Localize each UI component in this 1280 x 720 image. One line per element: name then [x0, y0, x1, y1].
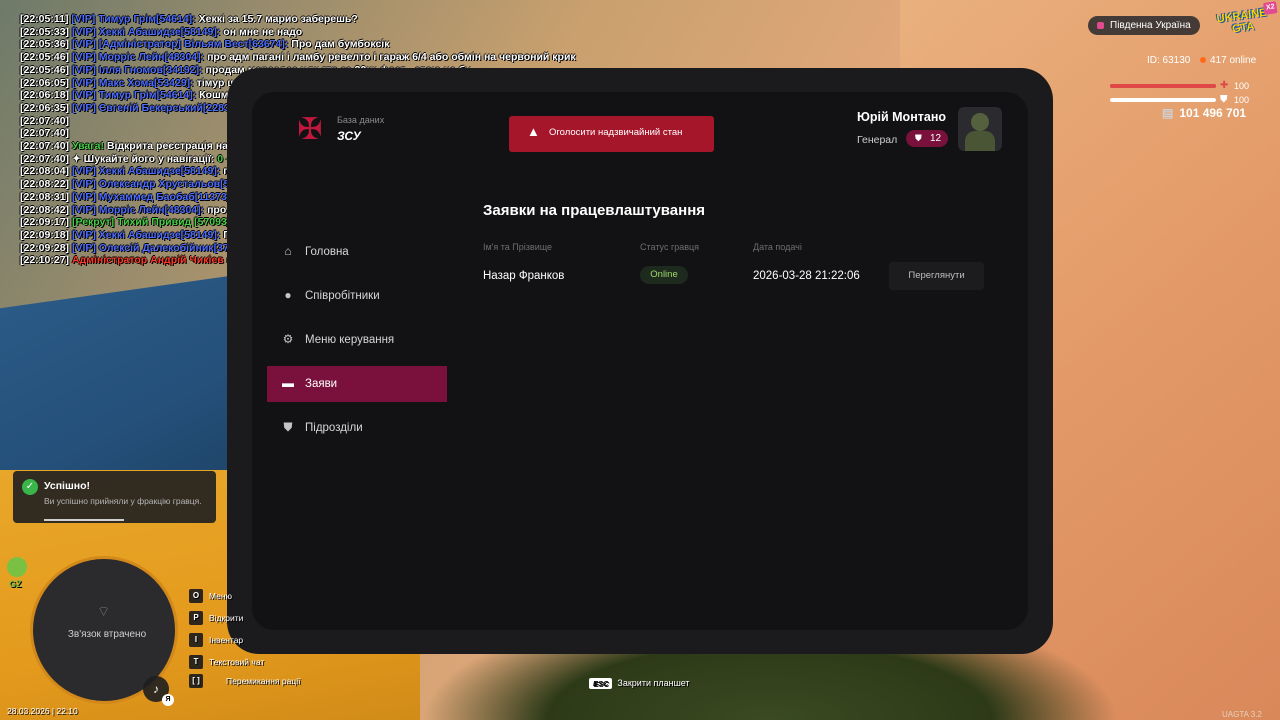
chat-message: [22:05:46] [VIP] Морріс Лейн[48304]: про… — [20, 51, 576, 64]
hotkey-label: Інвентар — [209, 635, 244, 645]
chat-message: [22:05:33] [VIP] Хеккі Абашидзе[58149]: … — [20, 25, 303, 38]
hotkey-label: Відкрити — [209, 613, 244, 623]
avatar — [958, 107, 1002, 151]
hotkey-label: Перемикання рації — [226, 676, 301, 686]
greenzone-icon — [7, 557, 27, 577]
sidebar-item-employees[interactable]: ● Співробітники — [267, 278, 447, 314]
date-time: 28.03.2026 | 22:10 — [7, 706, 78, 716]
applicant-name: Назар Франков — [483, 270, 565, 282]
column-header-status: Статус гравця — [640, 242, 700, 252]
connection-lost-text: Зв'язок втрачено — [67, 629, 147, 640]
hotkey-label: Текстовий чат — [209, 657, 265, 667]
notification-text: Ви успішно прийняли у фракцію гравця. — [44, 496, 202, 506]
declare-emergency-button[interactable]: ▲ Оголосити надзвичайний стан — [509, 116, 714, 152]
success-notification: ✓ Успішно! Ви успішно прийняли у фракцію… — [13, 471, 216, 523]
armor-value: 100 — [1234, 95, 1250, 105]
column-header-name: Ім'я та Прізвище — [483, 242, 553, 252]
armor-icon: ⛊ — [1220, 94, 1228, 105]
hotkey-label: Меню — [209, 591, 232, 601]
home-icon: ⌂ — [284, 244, 292, 258]
chat-message: [22:05:36] [VIP] [Адміністратор] Вільям … — [20, 38, 390, 51]
logo-multiplier: X2 — [1263, 1, 1278, 15]
tablet-frame: ✠ База даних ЗСУ ▲ Оголосити надзвичайни… — [227, 68, 1053, 654]
folder-icon: ▬ — [282, 376, 294, 390]
server-icon — [1097, 22, 1104, 29]
online-icon — [1200, 57, 1206, 63]
hotkey-key: O — [189, 589, 203, 603]
money-display: ▤ 101 496 701 — [1162, 106, 1247, 120]
no-signal-icon: ⌔ — [97, 603, 111, 619]
rank-badge: ⛊ 12 — [906, 130, 948, 147]
server-badge: Південна Україна — [1088, 16, 1200, 35]
user-name: Юрій Монтано — [856, 110, 946, 124]
health-value: 100 — [1234, 81, 1250, 91]
notification-title: Успішно! — [44, 480, 90, 492]
game-version: UAGTA 3.2 — [1222, 710, 1262, 719]
rank-icon: ⛊ — [915, 133, 922, 143]
hotkey-key: [ ] — [189, 674, 203, 688]
chat-message: [22:05:11] [VIP] Тимур Грім[54614]: Хекк… — [20, 13, 358, 25]
sidebar-item-home[interactable]: ⌂ Головна — [267, 234, 447, 270]
database-label: База даних — [337, 115, 385, 125]
hotkey-key: I — [189, 633, 203, 647]
organization-name: ЗСУ — [337, 129, 361, 143]
warning-icon: ▲ — [527, 124, 540, 139]
application-date: 2026-03-28 21:22:06 — [753, 270, 860, 282]
shield-icon: ⛊ — [283, 420, 293, 434]
armor-bar — [1110, 98, 1216, 102]
status-badge: Online — [640, 266, 688, 284]
keyboard-language-badge: Я — [162, 694, 174, 706]
sidebar-item-applications[interactable]: ▬ Заяви — [267, 366, 447, 402]
server-name: Південна Україна — [1110, 20, 1191, 31]
hotkey-key: T — [189, 655, 203, 669]
online-count: 417 online — [1200, 55, 1256, 66]
esc-key: ESC — [589, 678, 613, 689]
microphone-icon: ♪ — [153, 682, 159, 696]
health-bar — [1110, 84, 1216, 88]
close-tablet-hint: ESC Закрити планшет — [589, 678, 690, 689]
sidebar-item-control-menu[interactable]: ⚙ Меню керування — [267, 322, 447, 358]
column-header-date: Дата подачі — [753, 242, 802, 252]
view-application-button[interactable]: Переглянути — [889, 262, 984, 290]
users-icon: ● — [284, 288, 292, 302]
health-icon: ✚ — [1220, 80, 1229, 91]
player-id: ID: 63130 — [1147, 55, 1191, 66]
sidebar-item-subdivisions[interactable]: ⛊ Підрозділи — [267, 410, 447, 446]
greenzone-label: GZ — [9, 579, 22, 589]
notification-progress — [44, 519, 124, 521]
cash-icon: ▤ — [1162, 106, 1174, 120]
hotkey-key: P — [189, 611, 203, 625]
sidebar: ✠ База даних ЗСУ — [267, 92, 467, 630]
zsu-emblem-icon: ✠ — [297, 113, 323, 146]
check-icon: ✓ — [22, 479, 38, 495]
user-rank: Генерал — [857, 134, 898, 146]
page-title: Заявки на працевлаштування — [483, 202, 706, 219]
gear-icon: ⚙ — [282, 332, 294, 346]
tablet-screen: ✠ База даних ЗСУ ▲ Оголосити надзвичайни… — [252, 92, 1028, 630]
